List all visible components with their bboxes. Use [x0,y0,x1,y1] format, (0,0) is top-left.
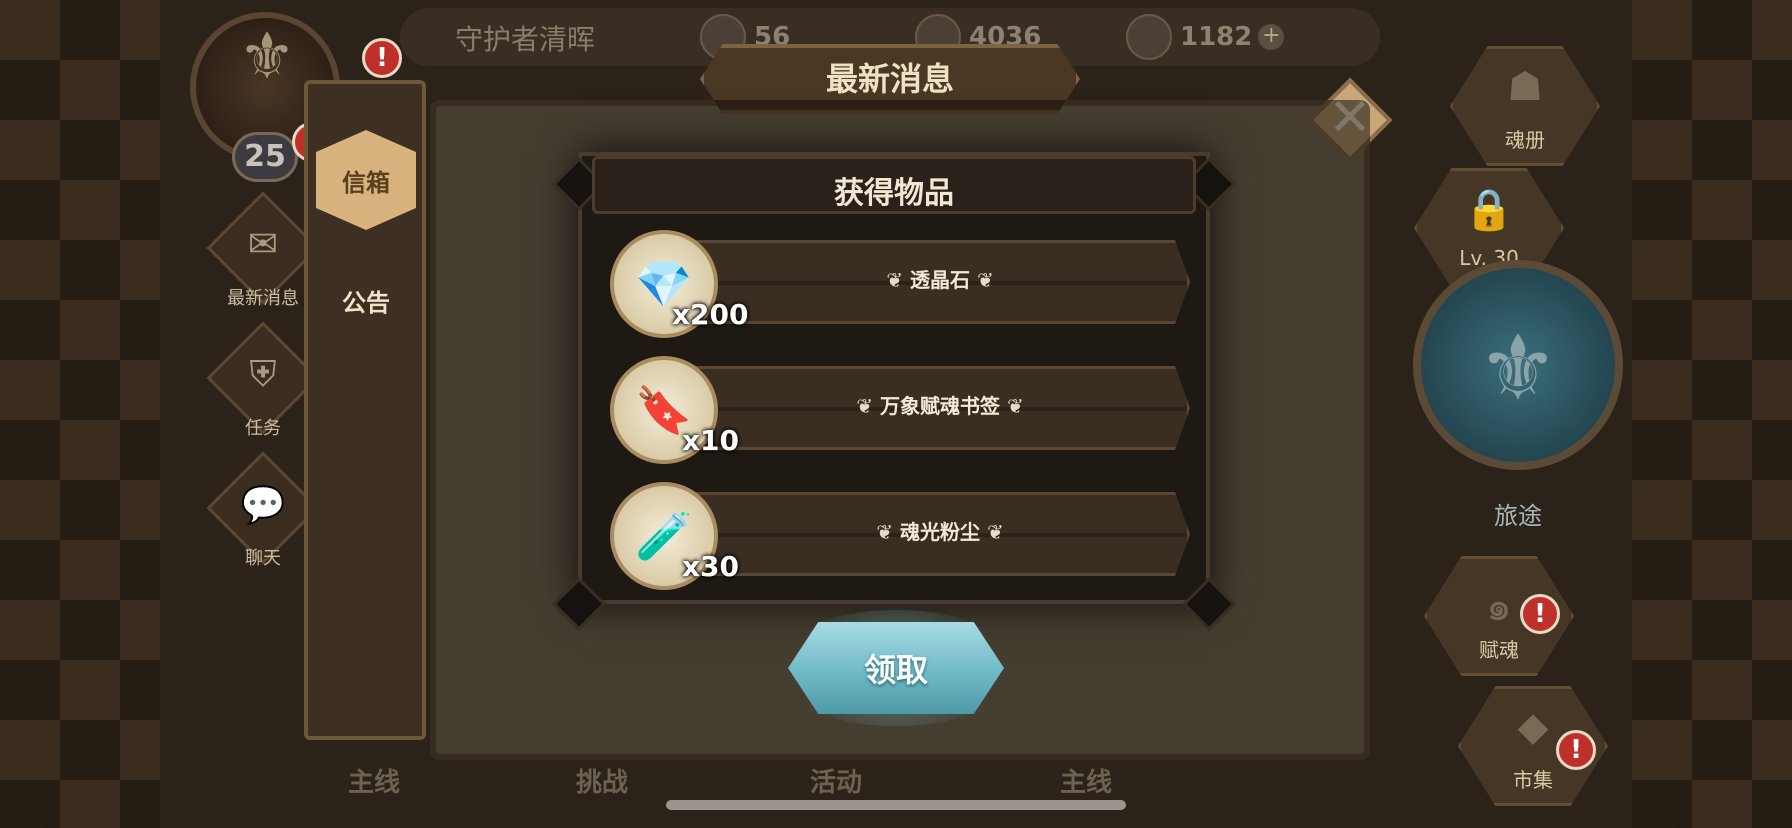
reward-item-name-text: 透晶石 [910,268,970,292]
cat-mail-icon: ✉ [247,224,279,265]
reward-item-name-text: 万象赋魂书签 [880,394,1000,418]
reward-item-name: ❦ 万象赋魂书签 ❦ [690,390,1190,419]
left-nav-label: 聊天 [245,548,281,569]
right-nav-label: 赋魂 [1479,638,1519,662]
add-crystal-button[interactable]: + [1258,24,1285,50]
reward-item-name: ❦ 魂光粉尘 ❦ [690,516,1190,545]
left-nav-latest-news[interactable]: ✉ 最新消息 [206,191,320,310]
reward-item-quantity: x30 [682,550,740,583]
wing-left-icon: ❦ [886,268,904,292]
player-name: 守护者清晖 [455,23,596,56]
wing-right-icon: ❦ [976,268,994,292]
shield-task-icon: ⛨ [249,354,277,395]
avatar-alert-icon: ! [362,38,402,78]
reward-item-row: 🔖 x10 ❦ 万象赋魂书签 ❦ [600,350,1200,464]
bottom-tab-event[interactable]: 活动 [810,762,862,799]
reward-item-name: ❦ 透晶石 ❦ [690,264,1190,293]
wing-left-icon: ❦ [856,394,874,418]
left-nav-tasks[interactable]: ⛨ 任务 [206,321,320,440]
tab-announcements[interactable]: 公告 [316,250,416,350]
reward-item-row: 💎 x200 ❦ 透晶石 ❦ [600,224,1200,338]
right-decorative-border [1632,0,1792,828]
lock-icon: 🔒 [1464,187,1514,233]
chat-bubble-icon: 💬 [240,485,286,526]
market-alert-icon: ! [1556,730,1596,770]
home-indicator[interactable] [666,800,1126,810]
right-nav-label: 魂册 [1505,128,1545,152]
journey-emblem-icon: ⚜ [1477,316,1559,421]
reward-item-row: 🧪 x30 ❦ 魂光粉尘 ❦ [600,476,1200,590]
bottom-tab-main-1[interactable]: 主线 [348,762,400,799]
wing-right-icon: ❦ [986,520,1004,544]
bottom-tab-challenge[interactable]: 挑战 [576,762,628,799]
bottom-tab-main-2[interactable]: 主线 [1060,762,1112,799]
empower-alert-icon: ! [1520,594,1560,634]
guardian-emblem-icon: ⚜ [238,20,296,94]
journey-button[interactable]: ⚜ 旅途 [1408,260,1628,530]
player-level-badge: 25 [232,132,298,182]
book-icon: ☗ [1507,64,1543,110]
reward-item-name-text: 魂光粉尘 [900,520,980,544]
claim-button[interactable]: 领取 [788,622,1004,714]
right-nav-soul-book[interactable]: ☗ 魂册 [1440,46,1610,166]
reward-item-quantity: x200 [672,298,749,331]
wing-right-icon: ❦ [1006,394,1024,418]
left-nav-chat[interactable]: 💬 聊天 [206,451,320,570]
resource-crystal-value: 1182 [1180,22,1253,52]
journey-label: 旅途 [1494,502,1542,530]
right-nav-label: 市集 [1513,768,1553,792]
reward-item-quantity: x10 [682,424,740,457]
left-nav-label: 任务 [245,418,281,439]
wing-left-icon: ❦ [876,520,894,544]
left-nav-label: 最新消息 [227,288,299,309]
panel-title: 最新消息 [825,60,954,98]
reward-modal-title: 获得物品 [834,176,954,211]
claim-button-label: 领取 [863,651,928,689]
left-decorative-border [0,0,160,828]
